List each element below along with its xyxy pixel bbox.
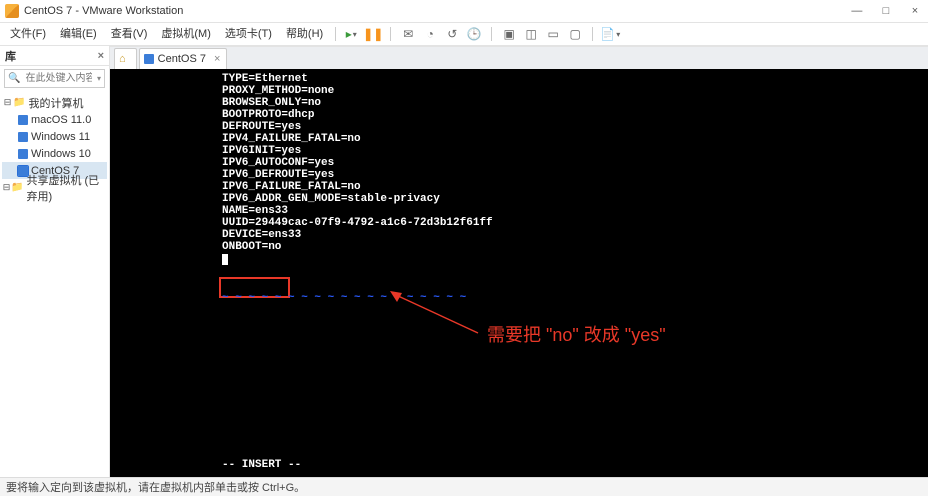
tree-item-label: Windows 11	[31, 131, 90, 143]
terminal-text: TYPE=Ethernet PROXY_METHOD=none BROWSER_…	[222, 73, 493, 265]
unity-button[interactable]: ◫	[522, 25, 540, 43]
menu-separator	[335, 27, 336, 41]
window-titlebar: CentOS 7 - VMware Workstation — □ ×	[0, 0, 928, 23]
window-title: CentOS 7 - VMware Workstation	[24, 5, 844, 17]
status-text: 要将输入定向到该虚拟机，请在虚拟机内部单击或按 Ctrl+G。	[6, 479, 305, 495]
menu-help[interactable]: 帮助(H)	[280, 23, 329, 45]
status-bar: 要将输入定向到该虚拟机，请在虚拟机内部单击或按 Ctrl+G。	[0, 477, 928, 496]
sidebar-title: 库	[5, 48, 16, 64]
vm-icon	[18, 149, 28, 159]
vim-tilde-column: ~ ~ ~ ~ ~ ~ ~ ~ ~ ~ ~ ~ ~ ~ ~ ~ ~ ~ ~	[222, 293, 466, 304]
snapshot-button[interactable]: ✉	[399, 25, 417, 43]
search-input[interactable]	[23, 72, 94, 85]
annotation-text: 需要把 "no" 改成 "yes"	[487, 321, 666, 347]
sidebar-close-button[interactable]: ×	[98, 50, 104, 62]
tree-root-my-computer[interactable]: ⊟ 📁 我的计算机	[2, 94, 107, 111]
toolbar-separator	[390, 27, 391, 41]
tree-item-win10[interactable]: Windows 10	[2, 145, 107, 162]
tree-root-shared-vms[interactable]: ⊟ 📁 共享虚拟机 (已弃用)	[2, 179, 107, 196]
search-icon: 🔍	[5, 73, 23, 84]
tab-centos7[interactable]: CentOS 7 ×	[139, 48, 228, 69]
search-dropdown-button[interactable]: ▾	[94, 74, 104, 83]
sidebar-search[interactable]: 🔍 ▾	[4, 69, 105, 88]
tree-item-label: Windows 10	[31, 148, 91, 160]
stretch-button[interactable]: ▢	[566, 25, 584, 43]
view-dropdown-button[interactable]: 📄▾	[601, 25, 619, 43]
toolbar: ▸▾ ❚❚ ✉ ◔ ↺ 🕒 ▣ ◫ ▭ ▢ 📄▾	[342, 25, 619, 43]
menu-bar: 文件(F) 编辑(E) 查看(V) 虚拟机(M) 选项卡(T) 帮助(H) ▸▾…	[0, 23, 928, 46]
vm-icon	[18, 132, 28, 142]
tree-label: 我的计算机	[28, 95, 83, 111]
fullscreen-button[interactable]: ▣	[500, 25, 518, 43]
vmware-app-icon	[5, 4, 19, 18]
menu-tabs[interactable]: 选项卡(T)	[219, 23, 278, 45]
window-maximize-button[interactable]: □	[873, 0, 899, 22]
tab-label: CentOS 7	[158, 53, 206, 65]
tree-item-label: macOS 11.0	[31, 114, 91, 126]
tree-twisty-icon[interactable]: ⊟	[2, 97, 13, 108]
menu-view[interactable]: 查看(V)	[105, 23, 154, 45]
menu-file[interactable]: 文件(F)	[4, 23, 52, 45]
suspend-button[interactable]: ❚❚	[364, 25, 382, 43]
snapshot-manager-button[interactable]: ◔	[421, 25, 439, 43]
tree-label: 共享虚拟机 (已弃用)	[26, 172, 107, 204]
vm-icon	[18, 115, 28, 125]
window-minimize-button[interactable]: —	[844, 0, 870, 22]
vm-tree: ⊟ 📁 我的计算机 macOS 11.0 Windows 11 Windows …	[0, 91, 109, 199]
power-dropdown-button[interactable]: ▸▾	[342, 25, 360, 43]
toolbar-separator	[491, 27, 492, 41]
tab-home[interactable]: ⌂	[114, 48, 137, 69]
home-icon: ⌂	[119, 53, 126, 65]
tab-bar: ⌂ CentOS 7 ×	[110, 47, 928, 69]
camera-button[interactable]: 🕒	[465, 25, 483, 43]
main-area: ⌂ CentOS 7 × TYPE=Ethernet PROXY_METHOD=…	[110, 46, 928, 477]
sidebar-header: 库 ×	[0, 46, 109, 66]
vm-icon	[144, 54, 154, 64]
tab-close-button[interactable]: ×	[214, 53, 220, 65]
window-close-button[interactable]: ×	[902, 0, 928, 22]
folder-icon: 📁	[11, 182, 23, 193]
tree-item-win11[interactable]: Windows 11	[2, 128, 107, 145]
folder-icon: 📁	[13, 97, 25, 108]
toolbar-separator	[592, 27, 593, 41]
tree-item-macos[interactable]: macOS 11.0	[2, 111, 107, 128]
revert-button[interactable]: ↺	[443, 25, 461, 43]
vim-mode-line: -- INSERT --	[222, 459, 301, 471]
menu-edit[interactable]: 编辑(E)	[54, 23, 103, 45]
console-button[interactable]: ▭	[544, 25, 562, 43]
library-sidebar: 库 × 🔍 ▾ ⊟ 📁 我的计算机 macOS 11.0 Windows 11	[0, 46, 110, 477]
terminal-cursor	[222, 254, 228, 265]
vm-console[interactable]: TYPE=Ethernet PROXY_METHOD=none BROWSER_…	[110, 69, 928, 477]
menu-vm[interactable]: 虚拟机(M)	[155, 23, 217, 45]
tree-twisty-icon[interactable]: ⊟	[2, 182, 11, 193]
